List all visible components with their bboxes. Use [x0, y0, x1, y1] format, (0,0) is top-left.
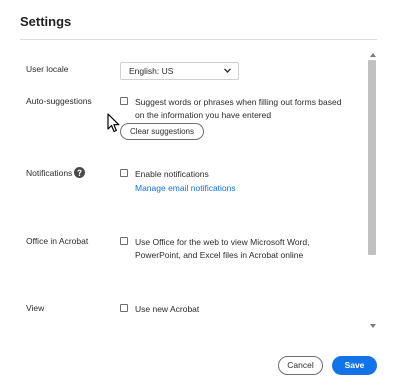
view-label: View [26, 303, 45, 313]
scroll-down-arrow-icon[interactable] [370, 324, 376, 328]
notifications-label: Notifications [26, 168, 73, 178]
clear-suggestions-button[interactable]: Clear suggestions [120, 123, 204, 140]
scrollbar-thumb[interactable] [368, 60, 376, 255]
mouse-pointer-icon [107, 113, 120, 133]
enable-notifications-checkbox[interactable] [120, 169, 128, 177]
office-in-acrobat-checkbox[interactable] [120, 237, 128, 245]
use-new-acrobat-checkbox[interactable] [120, 304, 128, 312]
manage-email-notifications-link[interactable]: Manage email notifications [135, 183, 236, 193]
auto-suggestions-label: Auto-suggestions [26, 96, 92, 106]
save-button[interactable]: Save [332, 356, 377, 375]
user-locale-label: User locale [26, 64, 69, 74]
enable-notifications-text: Enable notifications [135, 169, 209, 179]
scroll-up-arrow-icon[interactable] [370, 53, 376, 57]
title-divider [20, 39, 377, 40]
office-in-acrobat-label: Office in Acrobat [26, 236, 89, 246]
office-in-acrobat-text-line1: Use Office for the web to view Microsoft… [135, 237, 310, 247]
dialog-title: Settings [20, 14, 72, 29]
auto-suggestions-text-line2: on the information you have entered [135, 110, 272, 120]
cancel-button[interactable]: Cancel [278, 356, 323, 375]
use-new-acrobat-text: Use new Acrobat [135, 304, 200, 314]
auto-suggestions-checkbox[interactable] [120, 97, 128, 105]
user-locale-select[interactable]: English: US [120, 62, 239, 80]
help-circle-icon[interactable] [74, 167, 85, 178]
settings-dialog: Settings User locale English: US Auto-su… [0, 0, 396, 389]
auto-suggestions-text-line1: Suggest words or phrases when filling ou… [135, 97, 342, 107]
chevron-down-icon [224, 68, 231, 73]
user-locale-value: English: US [129, 66, 174, 76]
office-in-acrobat-text-line2: PowerPoint, and Excel files in Acrobat o… [135, 250, 304, 260]
